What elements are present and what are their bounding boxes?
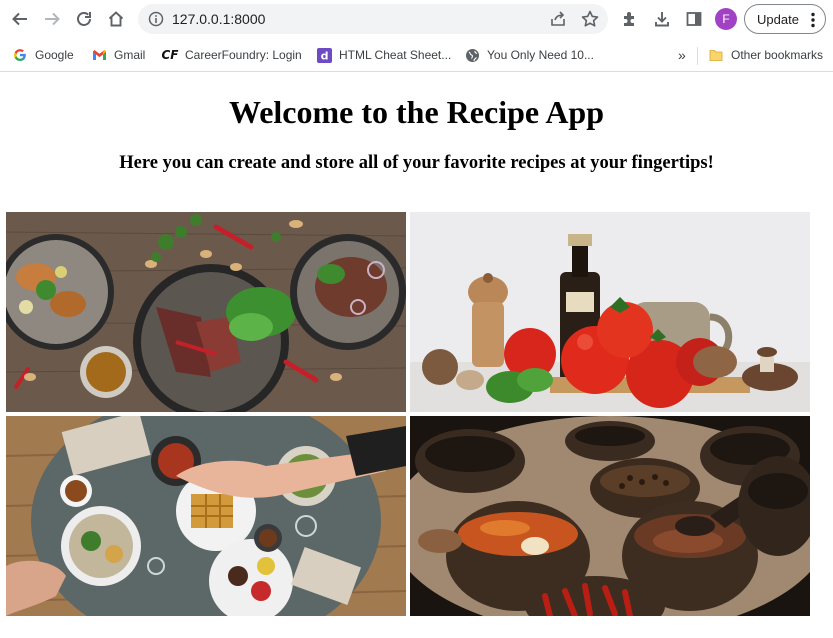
bookmark-label: HTML Cheat Sheet...	[339, 48, 452, 62]
svg-text:d: d	[320, 49, 328, 62]
url-text[interactable]: 127.0.0.1:8000	[172, 11, 265, 27]
info-icon[interactable]	[148, 11, 164, 27]
dining-table-image	[6, 416, 406, 616]
sidepanel-icon[interactable]	[682, 7, 706, 31]
avatar[interactable]: F	[715, 8, 737, 30]
update-button[interactable]: Update	[744, 4, 826, 34]
google-icon	[12, 47, 28, 63]
bookmark-you-only-need[interactable]: You Only Need 10...	[464, 46, 594, 64]
gmail-icon	[91, 47, 107, 63]
devhints-icon: d	[316, 47, 332, 63]
bookmarks-bar: Google Gmail CF CareerFoundry: Login d H…	[0, 38, 833, 72]
menu-icon[interactable]	[811, 12, 815, 28]
other-bookmarks[interactable]: Other bookmarks	[708, 46, 823, 64]
tomatoes-vinegar-image	[410, 212, 810, 412]
back-icon[interactable]	[8, 7, 32, 31]
bookmark-gmail[interactable]: Gmail	[91, 46, 145, 64]
bookmark-label: Gmail	[114, 48, 146, 62]
home-icon[interactable]	[104, 7, 128, 31]
careerfoundry-icon: CF	[161, 48, 179, 62]
folder-icon	[708, 47, 724, 63]
page-title: Welcome to the Recipe App	[228, 94, 605, 130]
bookmarks-overflow[interactable]: »	[678, 46, 686, 64]
forward-icon[interactable]	[40, 7, 64, 31]
star-icon[interactable]	[580, 9, 600, 29]
bookmark-careerfoundry[interactable]: CF CareerFoundry: Login	[162, 46, 302, 64]
bookmark-label: CareerFoundry: Login	[185, 48, 302, 62]
page-subtitle: Here you can create and store all of you…	[119, 153, 714, 173]
update-label: Update	[757, 11, 799, 27]
globe-icon	[464, 47, 480, 63]
download-icon[interactable]	[650, 7, 674, 31]
browser-toolbar: 127.0.0.1:8000 F Update	[0, 0, 833, 38]
bookmark-label: Other bookmarks	[731, 48, 824, 62]
extensions-icon[interactable]	[618, 7, 642, 31]
spice-bowls-image	[410, 416, 810, 616]
share-icon[interactable]	[548, 9, 568, 29]
address-bar[interactable]: 127.0.0.1:8000	[138, 4, 608, 34]
bookmark-google[interactable]: Google	[12, 46, 74, 64]
food-plates-image	[6, 212, 406, 412]
bookmark-html-cheat-sheet[interactable]: d HTML Cheat Sheet...	[316, 46, 451, 64]
bookmarks-divider	[697, 47, 698, 65]
reload-icon[interactable]	[72, 7, 96, 31]
bookmark-label: Google	[35, 48, 74, 62]
bookmark-label: You Only Need 10...	[487, 48, 594, 62]
